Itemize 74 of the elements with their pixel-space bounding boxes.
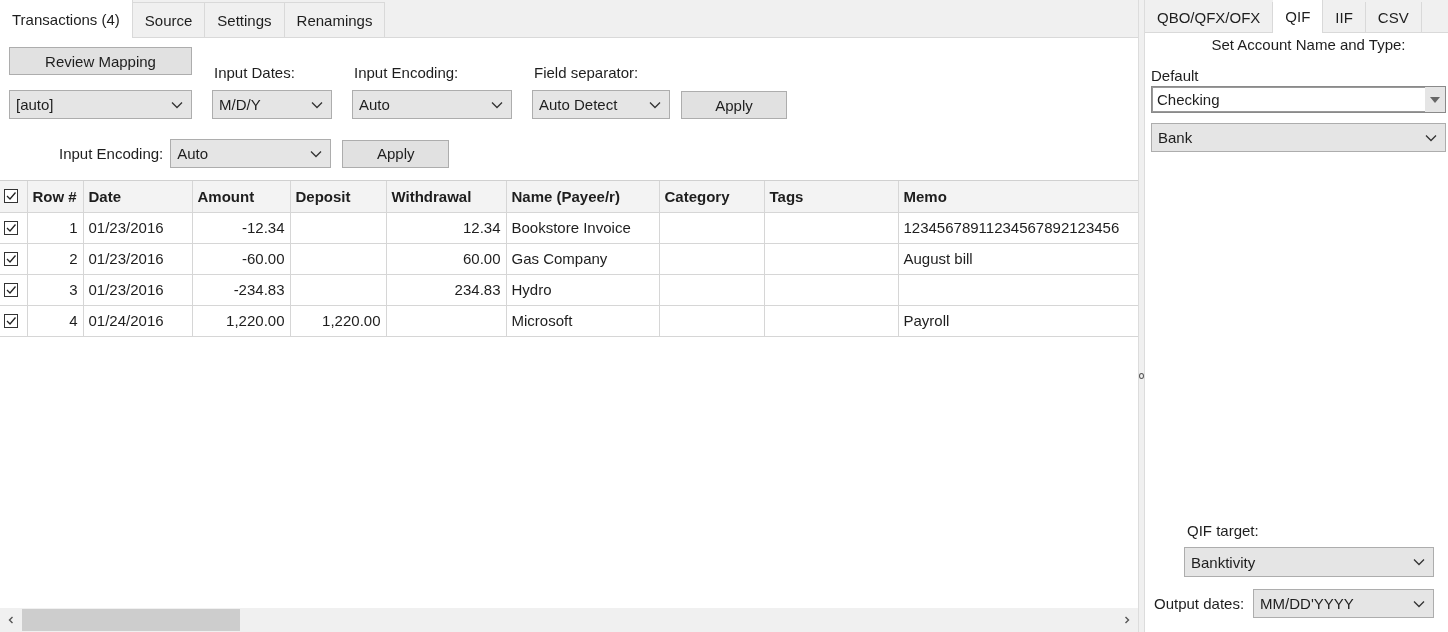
table-cell: 01/23/2016	[83, 274, 192, 305]
column-header[interactable]: Withdrawal	[386, 181, 506, 212]
dropdown[interactable]: Banktivity	[1184, 547, 1434, 577]
chevron-down-icon	[1413, 599, 1425, 608]
table-cell: 1,220.00	[192, 305, 290, 336]
dropdown[interactable]: MM/DD'YYYY	[1253, 589, 1434, 618]
dropdown[interactable]: [auto]	[9, 90, 192, 119]
chevron-down-icon	[310, 149, 323, 158]
tab[interactable]: Settings	[205, 2, 285, 37]
dropdown[interactable]: Auto Detect	[532, 90, 670, 119]
section-heading: Set Account Name and Type:	[1211, 36, 1406, 53]
scroll-thumb[interactable]	[22, 609, 240, 631]
tab[interactable]: Source	[132, 2, 206, 37]
tab[interactable]: QIF	[1273, 0, 1324, 33]
chevron-down-icon	[1413, 558, 1425, 566]
chevron-down-icon	[491, 100, 503, 109]
checkbox[interactable]	[4, 282, 18, 297]
field-label: Input Encoding:	[354, 64, 460, 81]
column-header[interactable]: Category	[659, 181, 764, 212]
horizontal-scrollbar[interactable]	[0, 608, 1138, 632]
table-cell: Microsoft	[506, 305, 659, 336]
column-header[interactable]: Name (Payee/r)	[506, 181, 659, 212]
column-header[interactable]: Memo	[898, 181, 1138, 212]
table-cell: 1,220.00	[290, 305, 386, 336]
dropdown[interactable]: Bank	[1151, 123, 1446, 152]
column-header[interactable]: Tags	[764, 181, 898, 212]
checkbox[interactable]	[4, 251, 18, 266]
tab[interactable]: Renamings	[284, 2, 386, 37]
field-label: Input Dates:	[214, 64, 296, 81]
chevron-down-icon	[171, 100, 183, 109]
table-cell: Bookstore Invoice	[506, 212, 659, 243]
table-cell: 01/23/2016	[83, 243, 192, 274]
table-cell: 01/24/2016	[83, 305, 192, 336]
dropdown[interactable]: Auto	[170, 139, 332, 168]
table-cell: -234.83	[192, 274, 290, 305]
checkbox[interactable]	[4, 189, 18, 204]
column-header[interactable]: Row #	[27, 181, 83, 212]
table-cell: 12.34	[386, 212, 506, 243]
field-label: Default	[1151, 67, 1200, 84]
dropdown-arrow-icon[interactable]	[1430, 96, 1440, 103]
table-cell: 4	[27, 305, 83, 336]
dropdown[interactable]: Auto	[352, 90, 512, 119]
table-cell: -60.00	[192, 243, 290, 274]
account-name-combo[interactable]: Checking	[1151, 86, 1446, 113]
tab[interactable]: IIF	[1323, 2, 1366, 32]
table-cell: 1	[27, 212, 83, 243]
table-cell: 01/23/2016	[83, 212, 192, 243]
tab[interactable]: CSV	[1365, 2, 1422, 32]
scroll-left-icon[interactable]	[6, 615, 16, 625]
checkbox[interactable]	[4, 313, 18, 328]
field-label: Field separator:	[534, 64, 640, 81]
column-header[interactable]: Deposit	[290, 181, 386, 212]
field-label: QIF target:	[1187, 522, 1260, 539]
chevron-down-icon	[649, 100, 661, 109]
apply-button[interactable]: Apply	[342, 139, 450, 168]
chevron-down-icon	[1425, 133, 1437, 142]
tab[interactable]: Transactions (4)	[0, 0, 133, 38]
apply-button[interactable]: Apply	[681, 91, 787, 119]
table-cell: Hydro	[506, 274, 659, 305]
review-mapping-button[interactable]: Review Mapping	[9, 47, 192, 75]
column-header[interactable]: Amount	[192, 181, 290, 212]
table-cell: Gas Company	[506, 243, 659, 274]
dropdown[interactable]: M/D/Y	[212, 90, 332, 119]
scroll-right-icon[interactable]	[1122, 615, 1132, 625]
table-cell: -12.34	[192, 212, 290, 243]
checkbox[interactable]	[4, 220, 18, 235]
chevron-down-icon	[311, 100, 323, 109]
table-cell: 60.00	[386, 243, 506, 274]
table-cell: 3	[27, 274, 83, 305]
field-label: Output dates:	[1154, 595, 1245, 612]
table-cell: 2	[27, 243, 83, 274]
field-label: Input Encoding:	[59, 145, 164, 162]
column-header[interactable]: Date	[83, 181, 192, 212]
table-cell: 234.83	[386, 274, 506, 305]
